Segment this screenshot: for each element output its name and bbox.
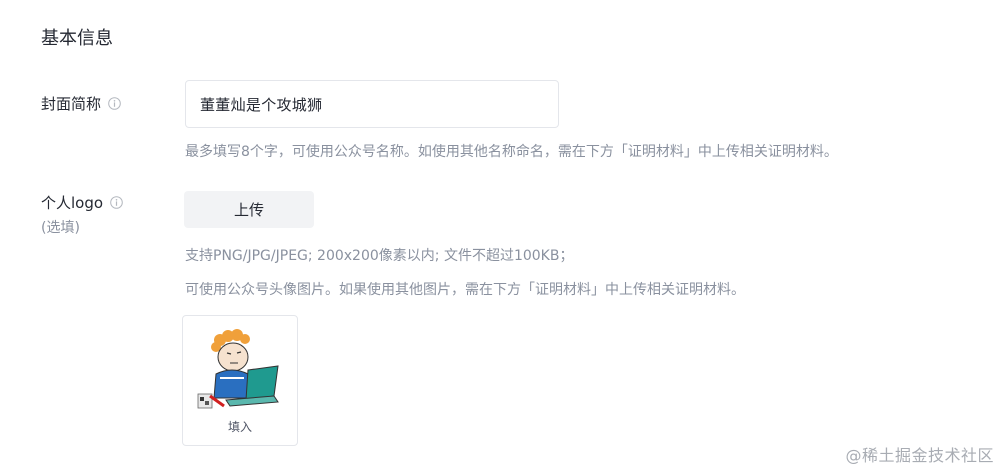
upload-button[interactable]: 上传	[184, 191, 314, 228]
avatar-image	[197, 329, 279, 409]
watermark: @稀土掘金技术社区	[845, 446, 994, 465]
cover-name-label-row: 封面简称	[41, 93, 121, 114]
logo-optional-label: (选填)	[41, 220, 80, 236]
logo-label-row: 个人logo	[41, 192, 123, 213]
cover-name-input[interactable]: 董董灿是个攻城狮	[185, 80, 559, 128]
cover-name-label: 封面简称	[41, 95, 102, 113]
info-icon[interactable]	[108, 97, 121, 110]
cover-name-input-value: 董董灿是个攻城狮	[200, 95, 323, 114]
logo-hint-line1: 支持PNG/JPG/JPEG; 200x200像素以内; 文件不超过100KB；	[185, 248, 574, 264]
logo-preview-card[interactable]: 填入	[182, 315, 298, 446]
logo-hint-line2: 可使用公众号头像图片。如果使用其他图片，需在下方「证明材料」中上传相关证明材料。	[185, 282, 745, 298]
info-icon[interactable]	[110, 196, 123, 209]
cover-name-hint: 最多填写8个字，可使用公众号名称。如使用其他名称命名，需在下方「证明材料」中上传…	[185, 144, 838, 160]
preview-caption: 填入	[227, 420, 252, 434]
section-title: 基本信息	[41, 28, 113, 49]
logo-label: 个人logo	[41, 194, 104, 212]
